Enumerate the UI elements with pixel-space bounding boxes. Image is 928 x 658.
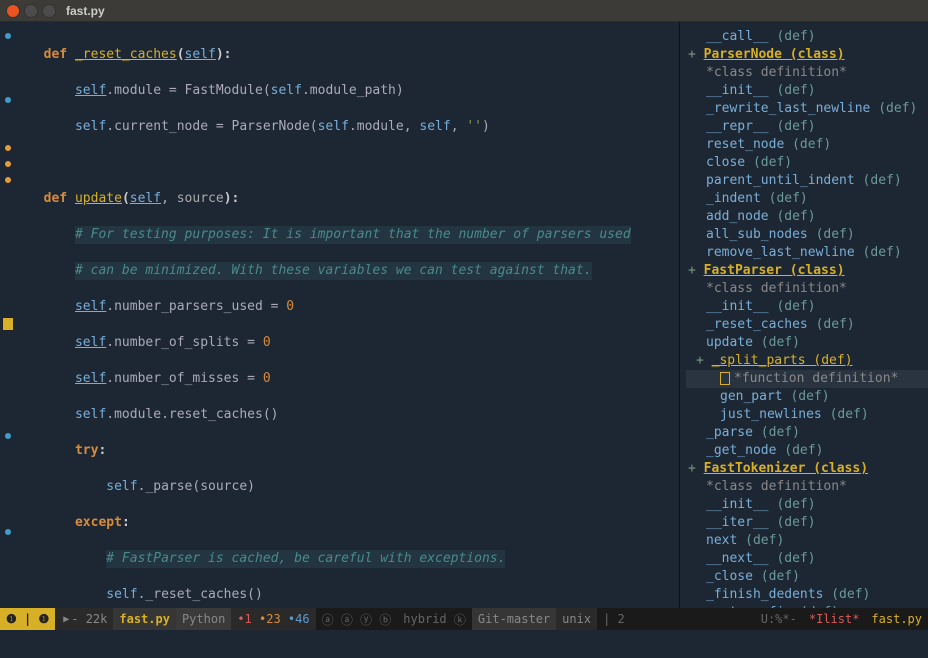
outline-item[interactable]: + FastTokenizer (class) [686,460,928,478]
outline-item[interactable]: + ParserNode (class) [686,46,928,64]
maximize-icon[interactable] [42,4,56,18]
outline-item[interactable]: close (def) [686,154,928,172]
status-language: Python [182,612,225,626]
outline-item[interactable]: __repr__ (def) [686,118,928,136]
minibuffer[interactable] [0,630,928,658]
window-title: fast.py [66,4,105,18]
outline-item[interactable]: _close (def) [686,568,928,586]
outline-item[interactable]: all_sub_nodes (def) [686,226,928,244]
outline-item[interactable]: *class definition* [686,280,928,298]
status-git: Git-master [478,612,550,626]
close-icon[interactable] [6,4,20,18]
outline-item[interactable]: _finish_dedents (def) [686,586,928,604]
outline-item[interactable]: _reset_caches (def) [686,316,928,334]
gutter [0,22,16,608]
outline-item[interactable]: + FastParser (class) [686,262,928,280]
code-editor[interactable]: def _reset_caches(self): self.module = F… [16,22,679,608]
outline-item[interactable]: just_newlines (def) [686,406,928,424]
outline-item[interactable]: *class definition* [686,478,928,496]
outline-item[interactable]: _indent (def) [686,190,928,208]
outline-item[interactable]: *function definition* [686,370,928,388]
status-filename: fast.py [119,612,170,626]
outline-item[interactable]: __init__ (def) [686,496,928,514]
outline-item[interactable]: parent_until_indent (def) [686,172,928,190]
outline-item[interactable]: __next__ (def) [686,550,928,568]
status-warn-icon[interactable]: ❶ | ❶ [0,608,55,630]
outline-item[interactable]: remove_last_newline (def) [686,244,928,262]
outline-item[interactable]: _parse (def) [686,424,928,442]
outline-item[interactable]: + _split_parts (def) [686,352,928,370]
minimize-icon[interactable] [24,4,38,18]
outline-item[interactable]: __init__ (def) [686,82,928,100]
outline-item[interactable]: next (def) [686,532,928,550]
statusbar: ❶ | ❶ ▶- 22k fast.py Python •1 •23 •46 ⓐ… [0,608,928,630]
outline-item[interactable]: __iter__ (def) [686,514,928,532]
editor-content: def _reset_caches(self): self.module = F… [0,22,928,608]
outline-item[interactable]: __call__ (def) [686,28,928,46]
outline-item[interactable]: *class definition* [686,64,928,82]
titlebar: fast.py [0,0,928,22]
outline-item[interactable]: __init__ (def) [686,298,928,316]
outline-panel[interactable]: __call__ (def)+ ParserNode (class)*class… [680,22,928,608]
outline-item[interactable]: _rewrite_last_newline (def) [686,100,928,118]
outline-item[interactable]: reset_node (def) [686,136,928,154]
outline-item[interactable]: _get_node (def) [686,442,928,460]
editor-window: fast.py def _reset_caches(self): self.mo… [0,0,928,658]
outline-item[interactable]: add_node (def) [686,208,928,226]
outline-item[interactable]: update (def) [686,334,928,352]
outline-item[interactable]: gen_part (def) [686,388,928,406]
